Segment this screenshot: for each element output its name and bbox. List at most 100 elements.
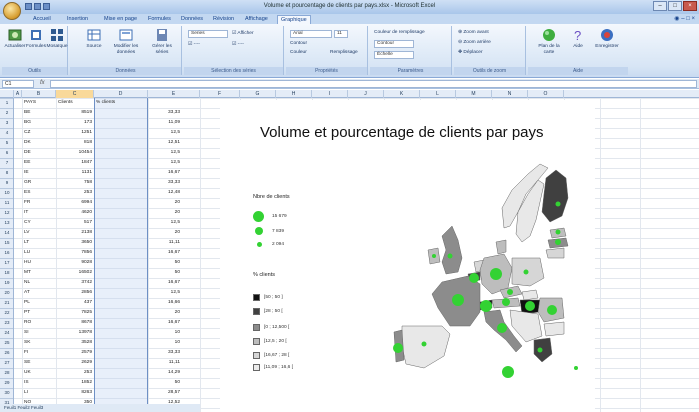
clients-cell[interactable]: 2629 — [58, 358, 92, 368]
fill-color-option[interactable]: Couleur de remplissage — [374, 30, 425, 35]
row-header[interactable]: 5 — [0, 138, 14, 148]
column-header-d[interactable]: D — [94, 90, 148, 98]
clients-cell[interactable]: 2138 — [58, 228, 92, 238]
clients-cell[interactable]: 7825 — [58, 308, 92, 318]
formula-input[interactable] — [50, 80, 697, 88]
percent-cell[interactable]: 20 — [96, 208, 180, 218]
tab-graphique[interactable]: Graphique — [277, 15, 311, 24]
country-code-cell[interactable]: LT — [24, 238, 54, 248]
country-code-cell[interactable]: LV — [24, 228, 54, 238]
series-option-3[interactable]: ☑ ---- — [232, 42, 244, 47]
tab-mise-en-page[interactable]: Mise en page — [101, 15, 140, 24]
row-header[interactable]: 22 — [0, 308, 14, 318]
percent-cell[interactable]: 12,5 — [96, 218, 180, 228]
column-header-l[interactable]: L — [420, 90, 456, 98]
percent-cell[interactable]: 20 — [96, 228, 180, 238]
row-header[interactable]: 11 — [0, 198, 14, 208]
row-header[interactable]: 24 — [0, 328, 14, 338]
mosaic-button[interactable]: Mosaïque — [45, 28, 69, 50]
tab-formules[interactable]: Formules — [145, 15, 174, 24]
country-code-cell[interactable]: CY — [24, 218, 54, 228]
sheet-tabs[interactable]: Feuil1 Feuil2 Feuil3 — [0, 404, 200, 412]
column-header-m[interactable]: M — [456, 90, 492, 98]
column-header-h[interactable]: H — [276, 90, 312, 98]
percent-cell[interactable]: 11,11 — [96, 358, 180, 368]
row-header[interactable]: 10 — [0, 188, 14, 198]
series-option-2[interactable]: ☑ ---- — [188, 42, 200, 47]
row-header[interactable]: 28 — [0, 368, 14, 378]
office-button[interactable] — [3, 2, 21, 20]
country-code-cell[interactable]: BG — [24, 118, 54, 128]
column-header-f[interactable]: F — [200, 90, 240, 98]
row-header[interactable]: 2 — [0, 108, 14, 118]
row-header[interactable]: 20 — [0, 288, 14, 298]
country-code-cell[interactable]: SE — [24, 358, 54, 368]
column-header-n[interactable]: N — [492, 90, 528, 98]
clients-cell[interactable]: 437 — [58, 298, 92, 308]
clients-cell[interactable]: 1852 — [58, 378, 92, 388]
percent-cell[interactable]: 20 — [96, 198, 180, 208]
percent-cell[interactable]: 12,5 — [96, 128, 180, 138]
row-header[interactable]: 7 — [0, 158, 14, 168]
percent-cell[interactable]: 20 — [96, 308, 180, 318]
column-header-e[interactable]: E — [148, 90, 200, 98]
column-header-j[interactable]: J — [348, 90, 384, 98]
row-header[interactable]: 25 — [0, 338, 14, 348]
clients-cell[interactable]: 9028 — [58, 258, 92, 268]
country-code-cell[interactable]: PT — [24, 308, 54, 318]
map-plan-button[interactable]: Plan de la carte — [534, 28, 564, 56]
zoom-in-option[interactable]: ⊕ Zoom avant — [458, 30, 489, 35]
percent-cell[interactable]: 11,11 — [96, 238, 180, 248]
clients-cell[interactable]: 13978 — [58, 328, 92, 338]
percent-cell[interactable]: 16,67 — [96, 248, 180, 258]
percent-cell[interactable]: 16,67 — [96, 278, 180, 288]
percent-cell[interactable]: 16,66 — [96, 298, 180, 308]
percent-cell[interactable]: 10 — [96, 338, 180, 348]
percent-cell[interactable]: 12,5 — [96, 158, 180, 168]
row-header[interactable]: 27 — [0, 358, 14, 368]
save-chart-button[interactable]: Enregistrer — [592, 28, 622, 50]
country-code-cell[interactable]: CZ — [24, 128, 54, 138]
clients-cell[interactable]: 8678 — [58, 318, 92, 328]
pan-option[interactable]: ✥ Déplacer — [458, 50, 483, 55]
column-header-k[interactable]: K — [384, 90, 420, 98]
row-header[interactable]: 29 — [0, 378, 14, 388]
clients-cell[interactable]: 173 — [58, 118, 92, 128]
percent-cell[interactable]: 14,29 — [96, 368, 180, 378]
row-header[interactable]: 16 — [0, 248, 14, 258]
header-cell[interactable]: Clients — [58, 98, 92, 108]
clients-cell[interactable]: 3742 — [58, 278, 92, 288]
row-header[interactable]: 12 — [0, 208, 14, 218]
row-header[interactable]: 15 — [0, 238, 14, 248]
clients-cell[interactable]: 253 — [58, 188, 92, 198]
clients-cell[interactable]: 2856 — [58, 288, 92, 298]
show-option[interactable]: ☑ Afficher — [232, 31, 254, 36]
percent-cell[interactable]: 33,33 — [96, 348, 180, 358]
scale-combo[interactable]: Échelle — [374, 51, 414, 59]
country-code-cell[interactable]: HU — [24, 258, 54, 268]
row-header[interactable]: 17 — [0, 258, 14, 268]
row-header[interactable]: 14 — [0, 228, 14, 238]
row-header[interactable]: 23 — [0, 318, 14, 328]
percent-cell[interactable]: 12,48 — [96, 188, 180, 198]
clients-cell[interactable]: 8263 — [58, 388, 92, 398]
tab-insertion[interactable]: Insertion — [64, 15, 91, 24]
row-header[interactable]: 26 — [0, 348, 14, 358]
country-code-cell[interactable]: ES — [24, 188, 54, 198]
series-combo[interactable]: Series — [188, 30, 228, 38]
country-code-cell[interactable]: MT — [24, 268, 54, 278]
source-button[interactable]: Source — [80, 28, 108, 50]
column-header-i[interactable]: I — [312, 90, 348, 98]
row-header[interactable]: 9 — [0, 178, 14, 188]
country-code-cell[interactable]: FI — [24, 348, 54, 358]
row-header[interactable]: 19 — [0, 278, 14, 288]
save-icon[interactable] — [25, 3, 32, 10]
country-code-cell[interactable]: IE — [24, 168, 54, 178]
row-header[interactable]: 18 — [0, 268, 14, 278]
header-cell[interactable]: % clients — [96, 98, 180, 108]
country-code-cell[interactable]: DE — [24, 148, 54, 158]
clients-cell[interactable]: 3528 — [58, 338, 92, 348]
zoom-out-option[interactable]: ⊖ Zoom arrière — [458, 40, 491, 45]
color-option[interactable]: Couleur — [290, 50, 307, 55]
column-header-g[interactable]: G — [240, 90, 276, 98]
